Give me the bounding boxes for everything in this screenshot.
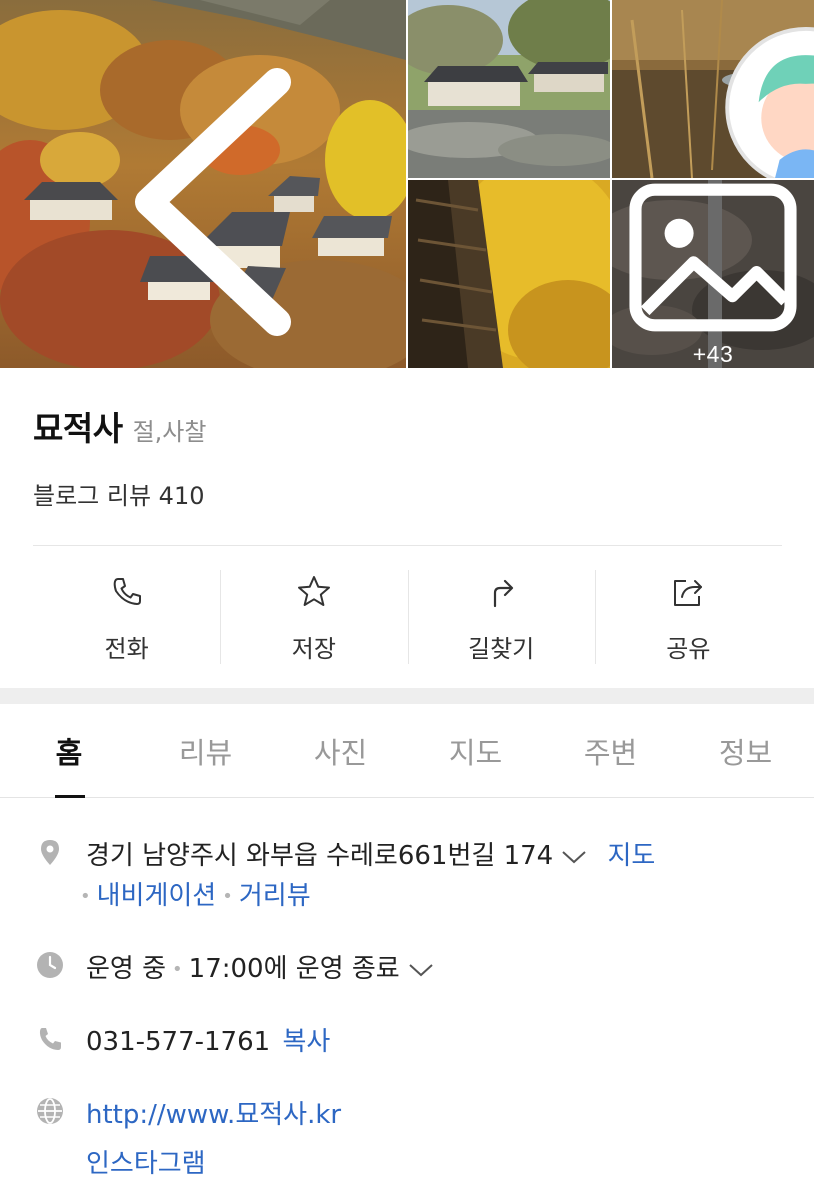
open-status: 운영 중: [86, 954, 167, 984]
save-button[interactable]: 저장: [220, 570, 407, 664]
tab-photos[interactable]: 사진: [273, 704, 408, 797]
place-name: 묘적사: [33, 409, 123, 448]
save-label: 저장: [291, 635, 336, 663]
tab-reviews[interactable]: 리뷰: [138, 704, 273, 797]
globe-icon: [37, 1098, 63, 1124]
gallery-photo[interactable]: my: [612, 0, 814, 178]
more-photos-overlay: +43: [612, 180, 814, 368]
tab-info[interactable]: 정보: [678, 704, 813, 797]
chevron-down-icon[interactable]: [408, 962, 434, 978]
hours-row: 운영 중 • 17:00에 운영 종료: [86, 948, 434, 985]
address-row: 경기 남양주시 와부읍 수레로661번길 174 지도: [86, 835, 655, 872]
more-photos-tile[interactable]: +43: [612, 180, 814, 368]
directions-icon: [494, 579, 514, 608]
back-arrow-icon[interactable]: [26, 18, 406, 368]
tab-nearby[interactable]: 주변: [543, 704, 678, 797]
action-bar: 전화 저장 길찾기 공유: [33, 570, 782, 664]
location-pin-icon: [41, 840, 59, 865]
streetview-link[interactable]: 거리뷰: [239, 881, 311, 911]
closing-time: 17:00에 운영 종료: [188, 954, 400, 984]
star-icon: [297, 576, 330, 606]
directions-button[interactable]: 길찾기: [407, 570, 595, 664]
my-avatar-icon[interactable]: my: [710, 8, 814, 178]
place-category: 절,사찰: [132, 418, 207, 446]
image-icon: [629, 183, 797, 332]
gallery-photo[interactable]: [408, 0, 610, 178]
call-label: 전화: [104, 635, 149, 663]
phone-row: 031-577-1761 복사: [86, 1021, 330, 1058]
share-label: 공유: [666, 635, 711, 663]
copy-link[interactable]: 복사: [282, 1027, 330, 1057]
chevron-down-icon[interactable]: [561, 849, 587, 865]
section-separator: [0, 688, 814, 704]
gallery-photo[interactable]: [408, 180, 610, 368]
share-button[interactable]: 공유: [594, 570, 782, 664]
phone-icon: [39, 1028, 61, 1050]
address-sublinks: • 내비게이션 • 거리뷰: [80, 881, 311, 911]
share-icon: [674, 580, 703, 606]
place-title-row: 묘적사 절,사찰: [33, 402, 206, 450]
instagram-link[interactable]: 인스타그램: [86, 1143, 206, 1180]
tab-home[interactable]: 홈: [0, 704, 138, 798]
blog-review-link[interactable]: 블로그 리뷰 410: [33, 476, 204, 511]
phone-number[interactable]: 031-577-1761: [86, 1027, 270, 1057]
call-button[interactable]: 전화: [33, 570, 220, 664]
directions-label: 길찾기: [468, 635, 535, 663]
tab-map[interactable]: 지도: [408, 704, 543, 797]
website-link[interactable]: http://www.묘적사.kr: [86, 1094, 341, 1131]
more-photos-count: +43: [692, 341, 734, 367]
map-link[interactable]: 지도: [607, 841, 655, 871]
navigation-link[interactable]: 내비게이션: [97, 881, 217, 911]
clock-icon: [37, 952, 63, 978]
ginkgo-eaves-image: [408, 180, 610, 368]
main-photo[interactable]: [0, 0, 406, 368]
phone-icon: [113, 578, 141, 605]
divider: [33, 545, 782, 546]
review-label: 블로그 리뷰: [33, 482, 152, 510]
review-count: 410: [158, 482, 205, 510]
photo-gallery: my +4: [0, 0, 814, 368]
address-text: 경기 남양주시 와부읍 수레로661번길 174: [86, 841, 554, 871]
temple-building-image: [408, 0, 610, 178]
tab-bar: 홈 리뷰 사진 지도 주변 정보: [0, 704, 814, 798]
